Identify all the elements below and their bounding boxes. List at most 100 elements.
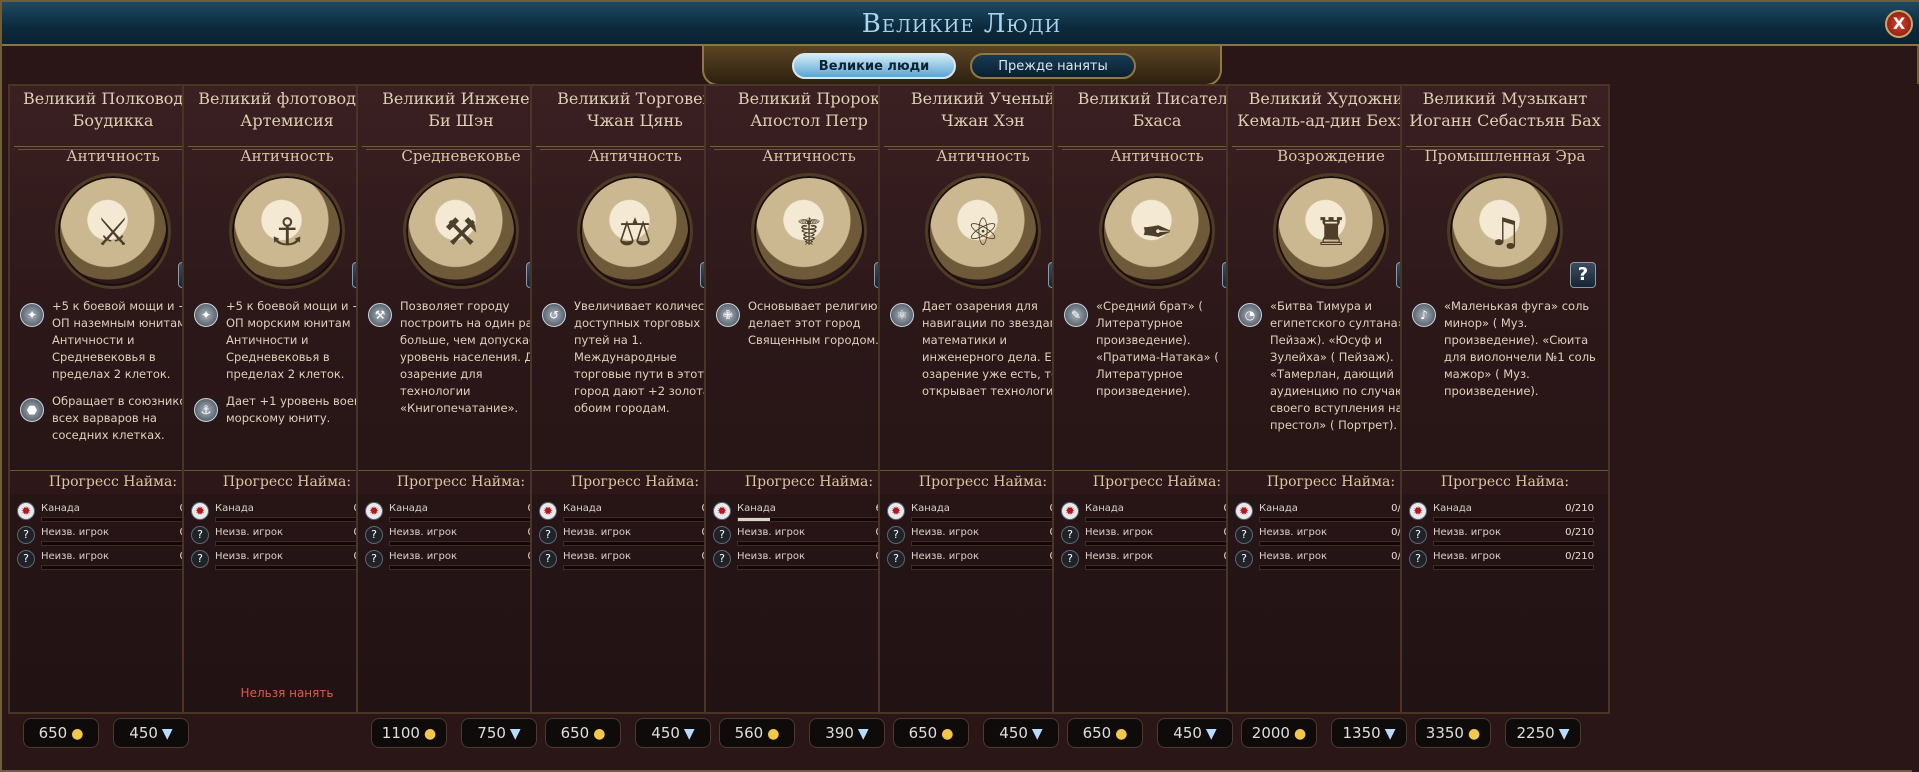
- unknown-player-icon: ?: [713, 550, 731, 568]
- great-general-icon: ⚔: [55, 173, 171, 289]
- tab-strip: Великие люди Прежде наняты: [702, 46, 1222, 86]
- gold-cost-button[interactable]: 650 ●: [1067, 718, 1143, 748]
- science-icon: ⚛: [890, 303, 914, 327]
- player-name: Неизв. игрок: [389, 551, 457, 562]
- progress-row: ? Неизв. игрок 0/210: [1409, 548, 1598, 571]
- recruit-costs: 650 ● 450 ▼: [1067, 718, 1247, 748]
- progress-row: ? Неизв. игрок 0/30: [1061, 524, 1250, 547]
- faith-icon: ▼: [1384, 726, 1396, 742]
- progress-row: ? Неизв. игрок 0/30: [191, 524, 380, 547]
- gold-cost-button[interactable]: 2000 ●: [1241, 718, 1317, 748]
- progress-row: ? Неизв. игрок 0/60: [365, 548, 554, 571]
- unknown-player-icon: ?: [1061, 526, 1079, 544]
- abilities-list: ✎ «Средний брат» ( Литературное произведе…: [1064, 298, 1252, 410]
- ability-item: ◔ «Битва Тимура и египетского султана» ( …: [1238, 298, 1426, 434]
- progress-row: ✹ Канада 0/210: [1409, 500, 1598, 523]
- progress-bar: [1085, 541, 1246, 546]
- canada-flag-icon: ✹: [1235, 502, 1253, 520]
- faith-cost-button[interactable]: 450 ▼: [635, 718, 711, 748]
- great-person-name: Иоганн Себастьян Бах: [1409, 111, 1601, 130]
- unknown-player-icon: ?: [539, 550, 557, 568]
- player-name: Канада: [1085, 503, 1124, 514]
- gold-cost-button[interactable]: 3350 ●: [1415, 718, 1491, 748]
- faith-cost-button[interactable]: 390 ▼: [809, 718, 885, 748]
- great-admiral-icon: ⚓: [229, 173, 345, 289]
- progress-bar: [215, 517, 376, 522]
- progress-bar: [1433, 541, 1594, 546]
- canada-flag-icon: ✹: [887, 502, 905, 520]
- unknown-player-icon: ?: [887, 526, 905, 544]
- faith-cost-button[interactable]: 2250 ▼: [1505, 718, 1581, 748]
- canada-flag-icon: ✹: [365, 502, 383, 520]
- progress-bar: [1259, 565, 1420, 570]
- progress-row: ✹ Канада 0/30: [191, 500, 380, 523]
- progress-row: ? Неизв. игрок 0/30: [713, 524, 902, 547]
- faith-icon: ▼: [1031, 726, 1043, 742]
- progress-row: ? Неизв. игрок 0/60: [365, 524, 554, 547]
- recruit-costs: 650 ● 450 ▼: [545, 718, 725, 748]
- abilities-list: ♪ «Маленькая фуга» соль минор» ( Муз. про…: [1412, 298, 1600, 410]
- progress-bar: [215, 565, 376, 570]
- abilities-list: ✙ Основывает религию и делает этот город …: [716, 298, 904, 359]
- player-name: Неизв. игрок: [911, 527, 979, 538]
- faith-cost-button[interactable]: 450 ▼: [983, 718, 1059, 748]
- canada-flag-icon: ✹: [1409, 502, 1427, 520]
- progress-row: ? Неизв. игрок 0/30: [17, 548, 206, 571]
- religion-icon: ✙: [716, 303, 740, 327]
- ability-item: ⬣ Обращает в союзников всех варваров на с…: [20, 393, 208, 444]
- gold-coin-icon: ●: [1467, 726, 1481, 742]
- gold-cost-button[interactable]: 650 ●: [545, 718, 621, 748]
- ability-item: ⚓ Дает +1 уровень военно-морскому юниту.: [194, 393, 382, 427]
- gold-cost-button[interactable]: 1100 ●: [371, 718, 447, 748]
- player-name: Неизв. игрок: [41, 527, 109, 538]
- great-scientist-icon: ⚛: [925, 173, 1041, 289]
- canada-flag-icon: ✹: [191, 502, 209, 520]
- faith-cost-button[interactable]: 450 ▼: [1157, 718, 1233, 748]
- unknown-player-icon: ?: [1235, 550, 1253, 568]
- recruit-costs: 1100 ● 750 ▼: [371, 718, 551, 748]
- progress-bar: [737, 541, 898, 546]
- recruit-costs: 650 ● 450 ▼: [893, 718, 1073, 748]
- unknown-player-icon: ?: [365, 526, 383, 544]
- progress-bar: [215, 541, 376, 546]
- player-name: Неизв. игрок: [737, 551, 805, 562]
- faith-cost-button[interactable]: 450 ▼: [113, 718, 189, 748]
- progress-row: ? Неизв. игрок 0/30: [887, 524, 1076, 547]
- unknown-player-icon: ?: [1061, 550, 1079, 568]
- great-person-card[interactable]: Великий Музыкант Иоганн Себастьян Бах Пр…: [1400, 84, 1610, 748]
- faith-cost-button[interactable]: 750 ▼: [461, 718, 537, 748]
- progress-row: ✹ Канада 6/30: [713, 500, 902, 523]
- gold-cost-button[interactable]: 650 ●: [893, 718, 969, 748]
- abilities-list: ⚒ Позволяет городу построить на один райо…: [368, 298, 556, 427]
- close-button[interactable]: X: [1885, 10, 1913, 38]
- progress-value: 0/210: [1565, 503, 1594, 514]
- progress-row: ? Неизв. игрок 0/30: [1061, 548, 1250, 571]
- canada-flag-icon: ✹: [539, 502, 557, 520]
- gold-cost-button[interactable]: 650 ●: [23, 718, 99, 748]
- quill-icon: ✎: [1064, 303, 1088, 327]
- player-name: Канада: [389, 503, 428, 514]
- player-name: Неизв. игрок: [215, 551, 283, 562]
- progress-bar: [389, 541, 550, 546]
- progress-row: ? Неизв. игрок 0/30: [539, 524, 728, 547]
- canada-flag-icon: ✹: [17, 502, 35, 520]
- faith-icon: ▼: [1205, 726, 1217, 742]
- trade-route-icon: ↺: [542, 303, 566, 327]
- progress-bar: [563, 541, 724, 546]
- ability-item: ✎ «Средний брат» ( Литературное произведе…: [1064, 298, 1252, 400]
- tab-previously-recruited[interactable]: Прежде наняты: [970, 53, 1136, 79]
- ability-item: ⚛ Дает озарения для навигации по звездам,…: [890, 298, 1078, 400]
- help-icon[interactable]: ?: [1570, 262, 1596, 288]
- player-name: Неизв. игрок: [563, 527, 631, 538]
- music-icon: ♪: [1412, 303, 1436, 327]
- tab-great-people[interactable]: Великие люди: [792, 53, 956, 79]
- recruitment-progress-list: ✹ Канада 0/30 ? Неизв. игрок 0/30 ? Неиз…: [1061, 500, 1250, 572]
- progress-bar-fill: [738, 518, 770, 521]
- unknown-player-icon: ?: [713, 526, 731, 544]
- recruitment-progress-list: ✹ Канада 6/30 ? Неизв. игрок 0/30 ? Неиз…: [713, 500, 902, 572]
- player-name: Неизв. игрок: [215, 527, 283, 538]
- faith-icon: ▼: [161, 726, 173, 742]
- recruit-costs: 3350 ● 2250 ▼: [1415, 718, 1595, 748]
- gold-cost-button[interactable]: 560 ●: [719, 718, 795, 748]
- faith-cost-button[interactable]: 1350 ▼: [1331, 718, 1407, 748]
